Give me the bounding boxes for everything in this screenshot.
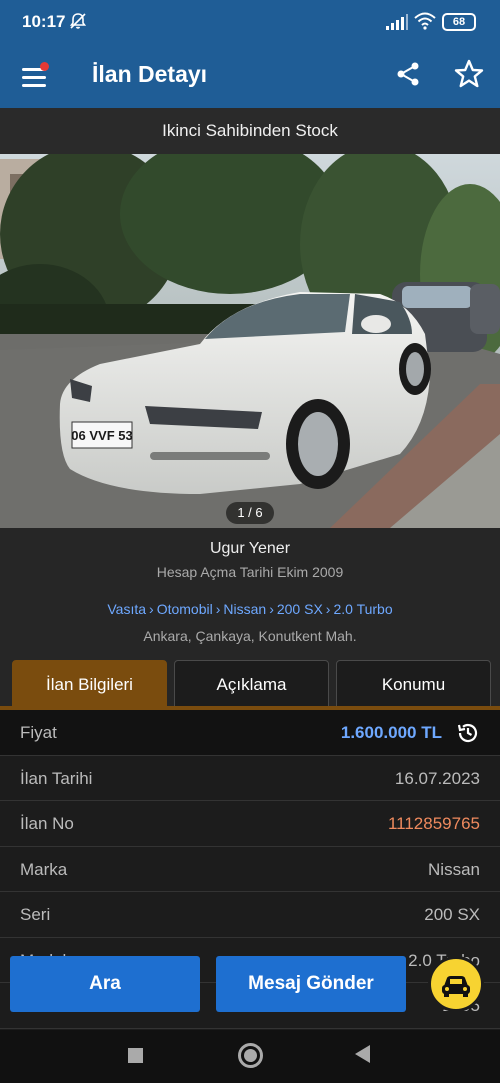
row-brand: Marka Nissan bbox=[0, 847, 500, 892]
listing-location: Ankara, Çankaya, Konutkent Mah. bbox=[143, 628, 357, 644]
car-photo-image: 06 VVF 53 bbox=[0, 154, 500, 528]
breadcrumb-item-200sx[interactable]: 200 SX bbox=[277, 601, 323, 617]
breadcrumb-separator: › bbox=[215, 601, 221, 617]
row-label: İlan No bbox=[20, 814, 74, 833]
photo-counter: 1 / 6 bbox=[226, 502, 274, 524]
listing-no-value: 1112859765 bbox=[387, 814, 480, 833]
seller-info: Ugur Yener Hesap Açma Tarihi Ekim 2009 V… bbox=[0, 528, 500, 660]
row-label: Seri bbox=[20, 905, 51, 924]
row-label: Fiyat bbox=[20, 723, 57, 742]
call-button[interactable]: Ara bbox=[10, 956, 200, 1012]
row-listing-no: İlan No 1112859765 bbox=[0, 801, 500, 847]
share-icon[interactable] bbox=[394, 60, 422, 88]
account-since: Hesap Açma Tarihi Ekim 2009 bbox=[156, 564, 344, 580]
tab-konumu[interactable]: Konumu bbox=[336, 660, 491, 708]
tab-bar: İlan Bilgileri Açıklama Konumu bbox=[0, 660, 500, 710]
breadcrumb-separator: › bbox=[269, 601, 274, 617]
status-bar: 10:17 68 bbox=[0, 0, 500, 44]
send-message-button[interactable]: Mesaj Gönder bbox=[216, 956, 406, 1012]
system-nav-bar bbox=[0, 1030, 500, 1083]
breadcrumb: Vasıta › Otomobil › Nissan › 200 SX › 2.0 Turbo bbox=[0, 601, 500, 617]
listing-title: Ikinci Sahibinden Stock bbox=[0, 108, 500, 154]
menu-icon-line bbox=[22, 84, 46, 87]
row-value: 200 SX bbox=[424, 905, 480, 924]
row-label: Marka bbox=[20, 859, 68, 879]
listing-detail-screen: 10:17 68 İlan Detayı Ikinci Sahibinden S… bbox=[0, 0, 500, 1083]
breadcrumb-separator: › bbox=[149, 601, 154, 617]
notification-dot bbox=[40, 62, 49, 71]
price-value: 1.600.000 TL bbox=[340, 723, 442, 742]
row-label: İlan Tarihi bbox=[20, 768, 93, 788]
app-bar: İlan Detayı bbox=[0, 44, 500, 108]
seller-name[interactable]: Ugur Yener bbox=[0, 540, 500, 558]
car-fab-button[interactable] bbox=[428, 956, 484, 1012]
listing-photo[interactable]: 06 VVF 53 1 / 6 bbox=[0, 154, 500, 528]
tab-ilan-bilgileri[interactable]: İlan Bilgileri bbox=[12, 660, 167, 708]
tab-aciklama[interactable]: Açıklama bbox=[174, 660, 329, 708]
back-icon[interactable] bbox=[355, 1045, 370, 1063]
row-series: Seri 200 SX bbox=[0, 892, 500, 938]
menu-icon-line bbox=[22, 76, 46, 79]
page-title: İlan Detayı bbox=[92, 61, 208, 87]
recents-icon[interactable] bbox=[128, 1048, 143, 1063]
menu-button[interactable] bbox=[20, 62, 52, 90]
breadcrumb-item-otomobil[interactable]: Otomobil bbox=[157, 601, 213, 617]
home-icon[interactable] bbox=[238, 1043, 263, 1068]
status-time: 10:17 bbox=[22, 12, 66, 31]
battery-icon: 68 bbox=[442, 13, 476, 31]
breadcrumb-item-nissan[interactable]: Nissan bbox=[223, 601, 266, 617]
price-history-icon[interactable] bbox=[456, 721, 480, 745]
signal-icon bbox=[386, 14, 408, 30]
row-price: Fiyat 1.600.000 TL bbox=[0, 710, 500, 756]
row-value: 16.07.2023 bbox=[394, 768, 480, 788]
wifi-icon bbox=[414, 12, 436, 30]
row-date: İlan Tarihi 16.07.2023 bbox=[0, 756, 500, 801]
row-value: Nissan bbox=[428, 859, 480, 879]
car-icon bbox=[442, 976, 470, 997]
star-icon[interactable] bbox=[454, 59, 484, 89]
breadcrumb-item-turbo[interactable]: 2.0 Turbo bbox=[333, 601, 392, 617]
breadcrumb-separator: › bbox=[325, 601, 331, 617]
mute-icon bbox=[69, 13, 87, 29]
license-plate: 06 VVF 53 bbox=[71, 428, 132, 443]
breadcrumb-item-vasita[interactable]: Vasıta bbox=[107, 601, 146, 617]
